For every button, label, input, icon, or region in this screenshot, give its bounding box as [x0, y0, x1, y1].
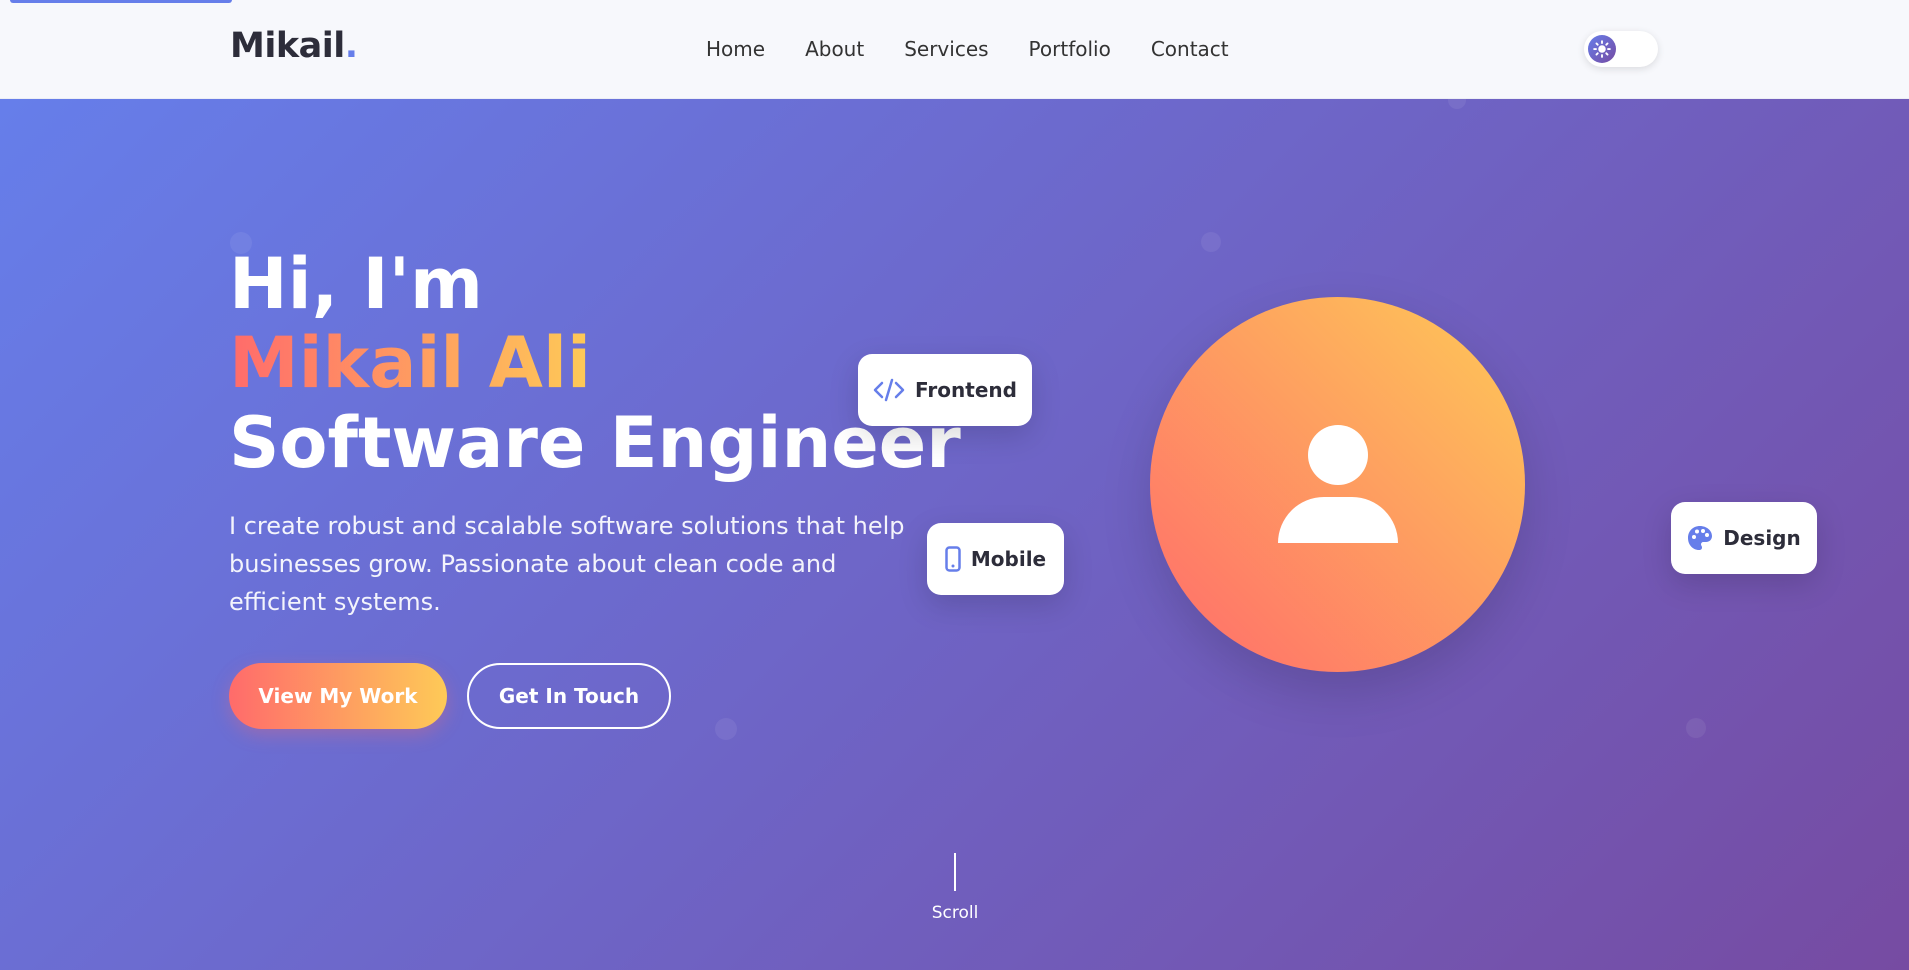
skill-card-design: Design: [1671, 502, 1817, 574]
code-icon: [873, 378, 905, 402]
scroll-progress-bar: [10, 0, 232, 3]
nav-link-about[interactable]: About: [805, 37, 864, 61]
background-bubble: [1201, 232, 1221, 252]
skill-card-mobile: Mobile: [927, 523, 1064, 595]
hero-role: Software Engineer: [229, 402, 961, 484]
logo-text: Mikail: [230, 26, 345, 66]
skill-card-label: Frontend: [915, 378, 1017, 402]
view-my-work-button[interactable]: View My Work: [229, 663, 447, 729]
background-bubble: [715, 718, 737, 740]
palette-icon: [1687, 525, 1713, 551]
background-bubble: [1448, 99, 1466, 109]
get-in-touch-button[interactable]: Get In Touch: [467, 663, 671, 729]
toggle-knob: [1588, 35, 1616, 63]
logo-dot: .: [344, 26, 358, 66]
skill-card-frontend: Frontend: [858, 354, 1032, 426]
mobile-icon: [945, 546, 961, 572]
background-bubble: [1686, 718, 1706, 738]
navbar: Mikail. Home About Services Portfolio Co…: [0, 0, 1909, 99]
hero-name: Mikail Ali: [229, 322, 591, 404]
hero-section: Hi, I'm Mikail Ali Software Engineer I c…: [0, 99, 1909, 970]
logo[interactable]: Mikail.: [230, 26, 358, 66]
user-icon-body: [1278, 497, 1398, 543]
skill-card-label: Design: [1723, 526, 1801, 550]
nav-link-home[interactable]: Home: [706, 37, 765, 61]
scroll-label: Scroll: [931, 903, 979, 923]
skill-card-label: Mobile: [970, 547, 1047, 571]
nav-link-contact[interactable]: Contact: [1151, 37, 1229, 61]
nav-link-services[interactable]: Services: [904, 37, 988, 61]
theme-toggle[interactable]: [1584, 31, 1658, 67]
avatar: [1150, 297, 1525, 672]
nav-menu: Home About Services Portfolio Contact: [706, 37, 1229, 61]
hero-greeting: Hi, I'm: [229, 243, 483, 325]
nav-link-portfolio[interactable]: Portfolio: [1029, 37, 1111, 61]
user-icon-head: [1308, 425, 1368, 485]
scroll-indicator[interactable]: Scroll: [930, 853, 980, 923]
hero-description: I create robust and scalable software so…: [229, 512, 905, 616]
sun-icon: [1593, 40, 1611, 58]
scroll-line: [954, 853, 956, 891]
